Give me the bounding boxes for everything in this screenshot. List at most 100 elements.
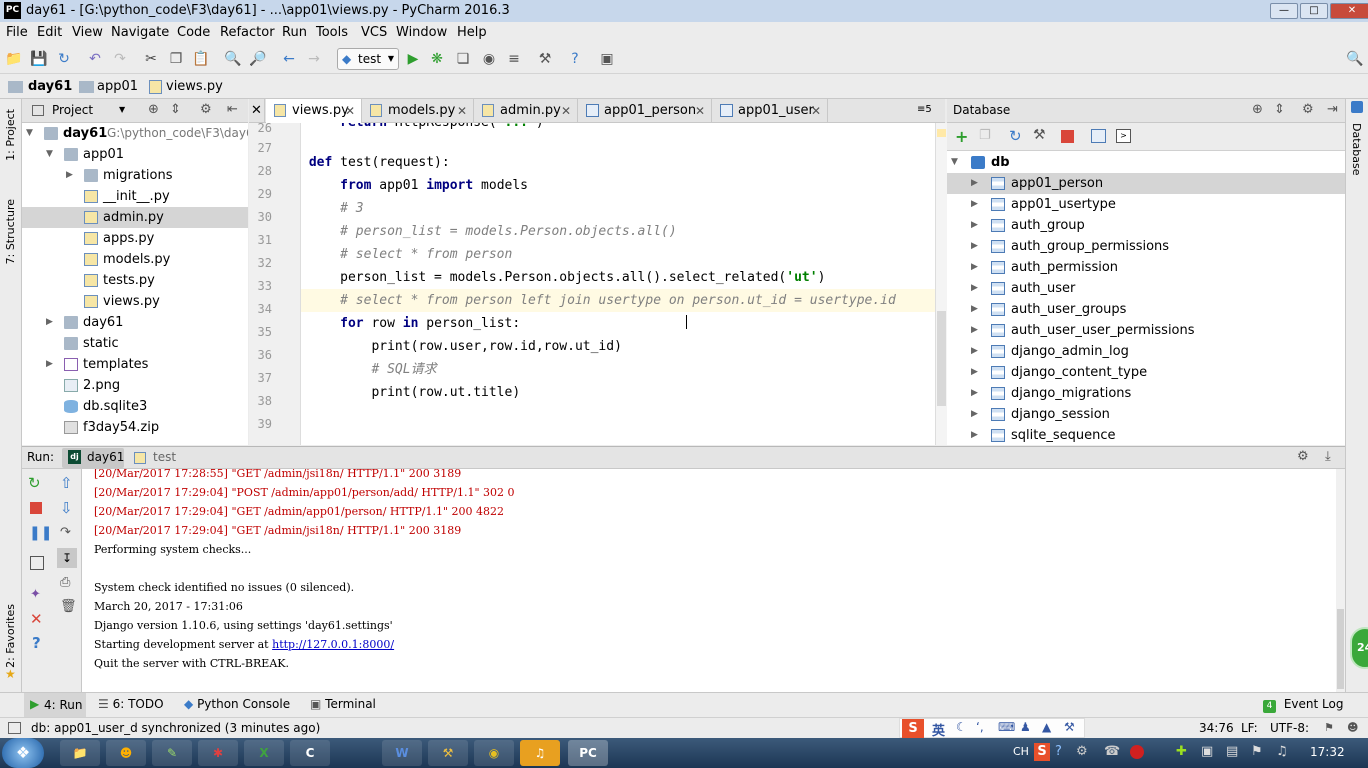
- pycharm-task-icon[interactable]: PC: [568, 740, 608, 766]
- save-icon[interactable]: 💾: [30, 50, 48, 68]
- warning-marker[interactable]: [937, 129, 946, 137]
- close-icon[interactable]: ✕: [457, 99, 467, 123]
- hide-icon[interactable]: ⇤: [227, 102, 238, 117]
- run-console[interactable]: [20/Mar/2017 17:28:55] "GET /admin/jsi18…: [82, 469, 1336, 692]
- ime-mode[interactable]: 英: [932, 720, 945, 739]
- sdk-icon[interactable]: ▣: [598, 50, 616, 68]
- qq-icon[interactable]: ☻: [106, 740, 146, 766]
- excel-icon[interactable]: X: [244, 740, 284, 766]
- collapse-icon[interactable]: ⇕: [1274, 102, 1285, 117]
- green-tray-icon[interactable]: ✚: [1176, 743, 1187, 761]
- wrench-icon[interactable]: ⚒: [1064, 720, 1075, 734]
- help-icon[interactable]: ?: [566, 50, 584, 68]
- tree-item-apps-py[interactable]: apps.py: [22, 228, 248, 249]
- code-line[interactable]: # SQL请求: [301, 358, 935, 381]
- db-table-item[interactable]: ▶ auth_group: [947, 215, 1345, 236]
- table-editor-icon[interactable]: [1091, 129, 1106, 143]
- close-button[interactable]: ✕: [1330, 3, 1368, 19]
- start-button[interactable]: ❖: [2, 738, 44, 768]
- breadcrumb-app01[interactable]: app01: [97, 79, 138, 94]
- code-line[interactable]: # select * from person: [301, 243, 935, 266]
- menu-vcs[interactable]: VCS: [361, 25, 387, 40]
- rerun-icon[interactable]: ↻: [28, 474, 41, 492]
- code-line[interactable]: person_list = models.Person.objects.all(…: [301, 266, 935, 289]
- down-arrow-icon[interactable]: ⇩: [60, 499, 73, 517]
- scroll-thumb[interactable]: [937, 311, 946, 406]
- tab-database[interactable]: Database: [1350, 123, 1363, 176]
- db-table-item[interactable]: ▶ sqlite_sequence: [947, 425, 1345, 445]
- language-indicator[interactable]: CH: [1013, 745, 1029, 758]
- print-icon[interactable]: ⎙: [60, 575, 70, 590]
- editor-tab-app01-person[interactable]: app01_person ✕: [578, 99, 712, 123]
- db-table-item[interactable]: ▶ django_migrations: [947, 383, 1345, 404]
- tab-structure[interactable]: 7: Structure: [4, 199, 17, 264]
- clear-all-icon[interactable]: 🗑: [60, 599, 77, 614]
- hide-icon[interactable]: ⇥: [1327, 102, 1338, 117]
- stop-icon[interactable]: [1061, 130, 1074, 143]
- tool-tab-python-console[interactable]: ◆ Python Console: [184, 697, 290, 711]
- menu-run[interactable]: Run: [282, 25, 307, 40]
- tab-overflow-button[interactable]: ≡5: [917, 104, 932, 115]
- tree-item-2-png[interactable]: 2.png: [22, 375, 248, 396]
- cut-icon[interactable]: ✂: [142, 50, 160, 68]
- refresh-icon[interactable]: ↻: [1009, 127, 1022, 145]
- code-line[interactable]: # select * from person left join usertyp…: [301, 289, 935, 312]
- undo-icon[interactable]: ↶: [86, 50, 104, 68]
- window-tray-icon[interactable]: ▣: [1201, 743, 1213, 761]
- settings-icon[interactable]: ⚒: [536, 50, 554, 68]
- code-editor[interactable]: return HttpResponse('...') def test(requ…: [301, 123, 935, 445]
- up-arrow-icon[interactable]: ⇧: [60, 474, 73, 492]
- tree-item-db-sqlite3[interactable]: db.sqlite3: [22, 396, 248, 417]
- tree-item-static[interactable]: static: [22, 333, 248, 354]
- punctuation-icon[interactable]: ‘,: [976, 720, 984, 734]
- search-everywhere-icon[interactable]: 🔍: [1346, 50, 1364, 68]
- db-table-item[interactable]: ▶ auth_group_permissions: [947, 236, 1345, 257]
- run-icon[interactable]: ▶: [404, 50, 422, 68]
- db-table-item[interactable]: ▶ auth_user_groups: [947, 299, 1345, 320]
- tree-item-views-py[interactable]: views.py: [22, 291, 248, 312]
- line-separator[interactable]: LF:: [1241, 721, 1258, 735]
- notification-badge[interactable]: 24: [1350, 627, 1368, 669]
- concurrency-icon[interactable]: ≡: [505, 50, 523, 68]
- xmind-icon[interactable]: ✱: [198, 740, 238, 766]
- gear-icon[interactable]: ⚙: [200, 102, 212, 117]
- sogou-logo-icon[interactable]: S: [902, 719, 924, 738]
- close-icon[interactable]: ✕: [561, 99, 571, 123]
- locate-icon[interactable]: ⊕: [148, 102, 159, 117]
- code-line[interactable]: for row in person_list:: [301, 312, 935, 335]
- properties-icon[interactable]: ⚒: [1033, 127, 1046, 143]
- notepad-icon[interactable]: ✎: [152, 740, 192, 766]
- minimize-button[interactable]: —: [1270, 3, 1298, 19]
- editor-tab-admin-py[interactable]: admin.py ✕: [474, 99, 578, 123]
- tab-favorites[interactable]: 2: Favorites: [4, 604, 17, 668]
- menu-navigate[interactable]: Navigate: [111, 25, 169, 40]
- people-icon[interactable]: ♟: [1020, 720, 1031, 734]
- db-table-item[interactable]: ▶ auth_permission: [947, 257, 1345, 278]
- moon-icon[interactable]: ☾: [956, 720, 967, 734]
- tree-root-day61[interactable]: ▼ day61 G:\python_code\F3\day61: [22, 123, 248, 144]
- console-icon[interactable]: >: [1116, 129, 1131, 143]
- chevron-down-icon[interactable]: ▼: [119, 105, 125, 114]
- stop-icon[interactable]: [30, 502, 42, 514]
- gear-icon[interactable]: ⚙: [1297, 449, 1309, 464]
- code-line[interactable]: def test(request):: [301, 151, 935, 174]
- db-table-item[interactable]: ▶ app01_usertype: [947, 194, 1345, 215]
- editor-tab-views-py[interactable]: views.py ✕: [266, 99, 362, 123]
- menu-edit[interactable]: Edit: [37, 25, 62, 40]
- db-table-item[interactable]: ▶ django_admin_log: [947, 341, 1345, 362]
- pause-icon[interactable]: ❚❚: [29, 525, 52, 541]
- breadcrumb-views-py[interactable]: views.py: [166, 79, 223, 94]
- coverage-icon[interactable]: ❏: [454, 50, 472, 68]
- breadcrumb-day61[interactable]: day61: [28, 79, 72, 94]
- hide-icon[interactable]: ⤓: [1325, 449, 1331, 464]
- keyboard-icon[interactable]: ⌨: [998, 720, 1015, 734]
- editor-scrollbar[interactable]: [935, 123, 947, 445]
- code-line[interactable]: print(row.user,row.id,row.ut_id): [301, 335, 935, 358]
- menu-view[interactable]: View: [72, 25, 103, 40]
- tree-item-templates[interactable]: ▶ templates: [22, 354, 248, 375]
- db-table-item[interactable]: ▶ auth_user_user_permissions: [947, 320, 1345, 341]
- close-icon[interactable]: ✕: [695, 99, 705, 123]
- close-icon[interactable]: ✕: [345, 99, 355, 123]
- run-config-selector[interactable]: ◆ test ▼: [337, 48, 399, 70]
- project-view-selector[interactable]: Project: [52, 103, 93, 117]
